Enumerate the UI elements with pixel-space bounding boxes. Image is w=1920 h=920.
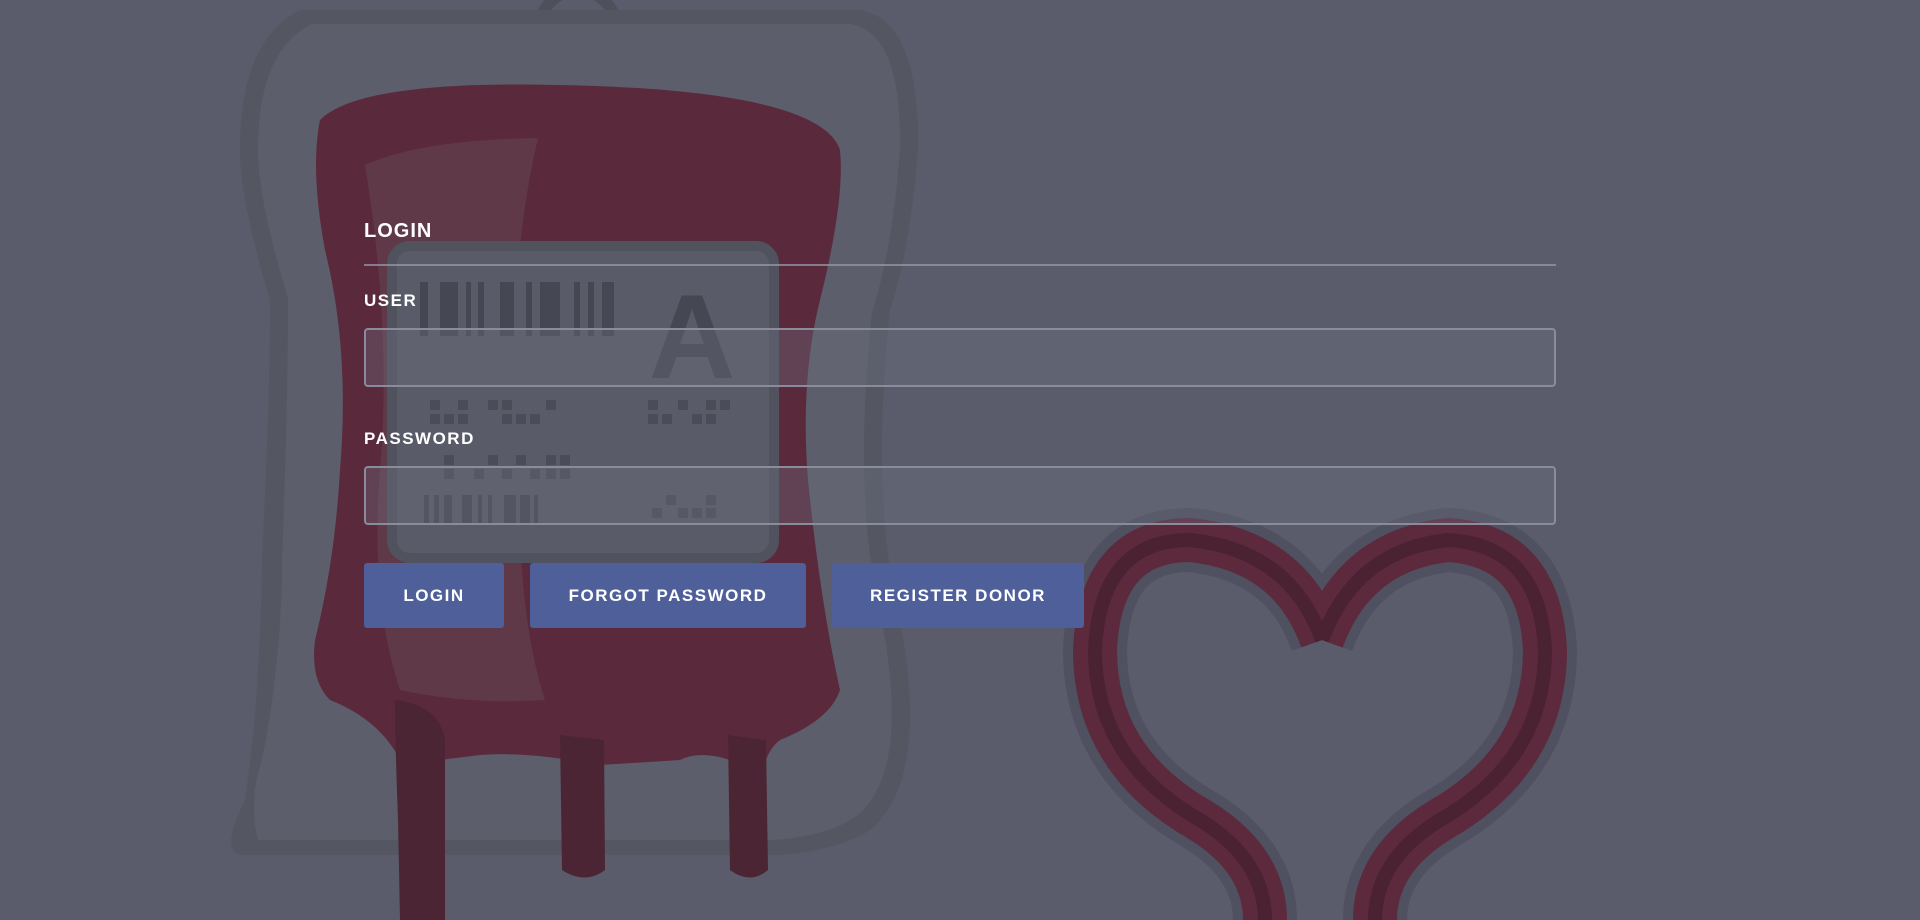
forgot-password-button[interactable]: FORGOT PASSWORD [530,563,806,628]
register-donor-button[interactable]: REGISTER DONOR [832,563,1084,628]
login-button[interactable]: LOGIN [364,563,504,628]
password-input[interactable] [364,466,1556,525]
login-form: LOGIN USER PASSWORD LOGIN FORGOT PASSWOR… [364,218,1556,628]
button-row: LOGIN FORGOT PASSWORD REGISTER DONOR [364,563,1556,628]
form-title: LOGIN [364,218,1556,266]
user-input[interactable] [364,328,1556,387]
user-label: USER [364,291,418,310]
password-label: PASSWORD [364,429,475,448]
